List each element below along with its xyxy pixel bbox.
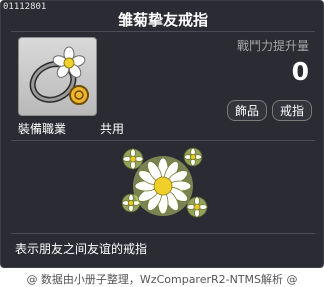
item-title: 雏菊挚友戒指 [117,11,208,29]
equip-job-value: 共用 [100,122,125,136]
divider [11,31,315,32]
equip-job-label: 裝備職業 [18,122,67,136]
tag-accessory: 飾品 [227,100,268,121]
item-icon-frame [18,37,97,116]
combat-power-label: 戰鬥力提升量 [236,39,309,53]
footer-credit: @ 数据由小册子整理，WzComparerR2-NTMS解析 @ [26,273,298,286]
daisy-effect-icon [121,147,208,218]
ring-icon [29,46,89,105]
combat-power-value: 0 [291,57,309,86]
tag-ring: 戒指 [272,100,313,121]
item-tooltip: 01112801 雏菊挚友戒指 戰鬥力提升量 0 飾品 戒指 裝備職業 共用 表… [0,0,324,268]
divider [11,233,315,234]
item-description: 表示朋友之间友谊的戒指 [15,242,148,256]
